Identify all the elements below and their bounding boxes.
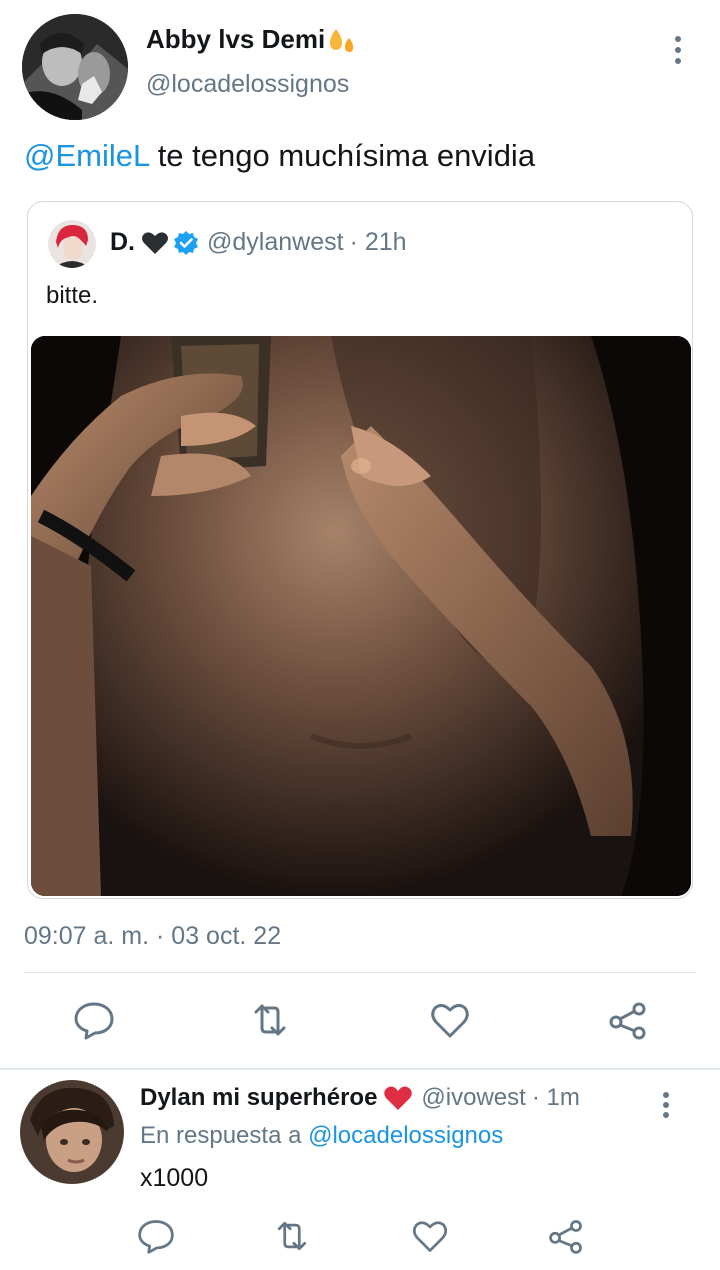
reply-text: x1000 — [140, 1164, 209, 1192]
more-options-icon[interactable] — [652, 1090, 680, 1120]
share-icon[interactable] — [606, 998, 650, 1042]
quoted-time: · 21h — [349, 228, 407, 256]
red-heart-icon — [383, 1084, 413, 1112]
quoted-tweet-card[interactable]: D. @dylanwest · 21h bitte. — [27, 201, 693, 899]
reply-icon[interactable] — [136, 1216, 176, 1256]
reply-context: En respuesta a @locadelossignos — [140, 1122, 503, 1150]
reply-icon[interactable] — [72, 998, 116, 1042]
reply-author-name[interactable]: Dylan mi superhéroe — [140, 1084, 377, 1112]
reply-time: · 1m — [531, 1084, 580, 1111]
reply-header: Dylan mi superhéroe @ivowest · 1m — [140, 1084, 580, 1112]
retweet-icon[interactable] — [248, 998, 292, 1042]
reply-to-mention[interactable]: @locadelossignos — [308, 1122, 503, 1149]
author-avatar[interactable] — [22, 14, 128, 120]
quoted-photo[interactable] — [31, 336, 691, 896]
more-options-icon[interactable] — [664, 34, 692, 66]
flame-drops-icon — [327, 26, 357, 54]
share-icon[interactable] — [546, 1216, 586, 1256]
quoted-author-handle[interactable]: @dylanwest — [207, 228, 344, 257]
retweet-icon[interactable] — [272, 1216, 312, 1256]
quoted-author-name[interactable]: D. — [110, 228, 135, 257]
quoted-text: bitte. — [46, 282, 99, 309]
author-name[interactable]: Abby lvs Demi — [146, 24, 357, 55]
reply-tweet[interactable]: Dylan mi superhéroe @ivowest · 1m En res… — [0, 1070, 720, 1270]
tweet-body: te tengo muchísima envidia — [149, 138, 536, 173]
quoted-author-avatar[interactable] — [48, 220, 96, 268]
main-tweet: Abby lvs Demi @locadelossignos @EmileL t… — [0, 0, 720, 1068]
reply-author-handle[interactable]: @ivowest — [421, 1084, 525, 1112]
tweet-mention-link[interactable]: @EmileL — [24, 138, 149, 173]
like-icon[interactable] — [410, 1216, 450, 1256]
quoted-header: D. @dylanwest · 21h — [110, 228, 407, 257]
author-name-text: Abby lvs Demi — [146, 24, 326, 54]
tweet-text: @EmileL te tengo muchísima envidia — [24, 138, 535, 174]
tweet-timestamp[interactable]: 09:07 a. m. · 03 oct. 22 — [24, 922, 281, 951]
like-icon[interactable] — [428, 998, 472, 1042]
divider — [24, 972, 696, 973]
reply-author-avatar[interactable] — [20, 1080, 124, 1184]
reply-to-prefix: En respuesta a — [140, 1122, 309, 1149]
black-heart-icon — [141, 230, 169, 256]
author-handle[interactable]: @locadelossignos — [146, 70, 349, 99]
verified-badge-icon — [173, 230, 199, 256]
